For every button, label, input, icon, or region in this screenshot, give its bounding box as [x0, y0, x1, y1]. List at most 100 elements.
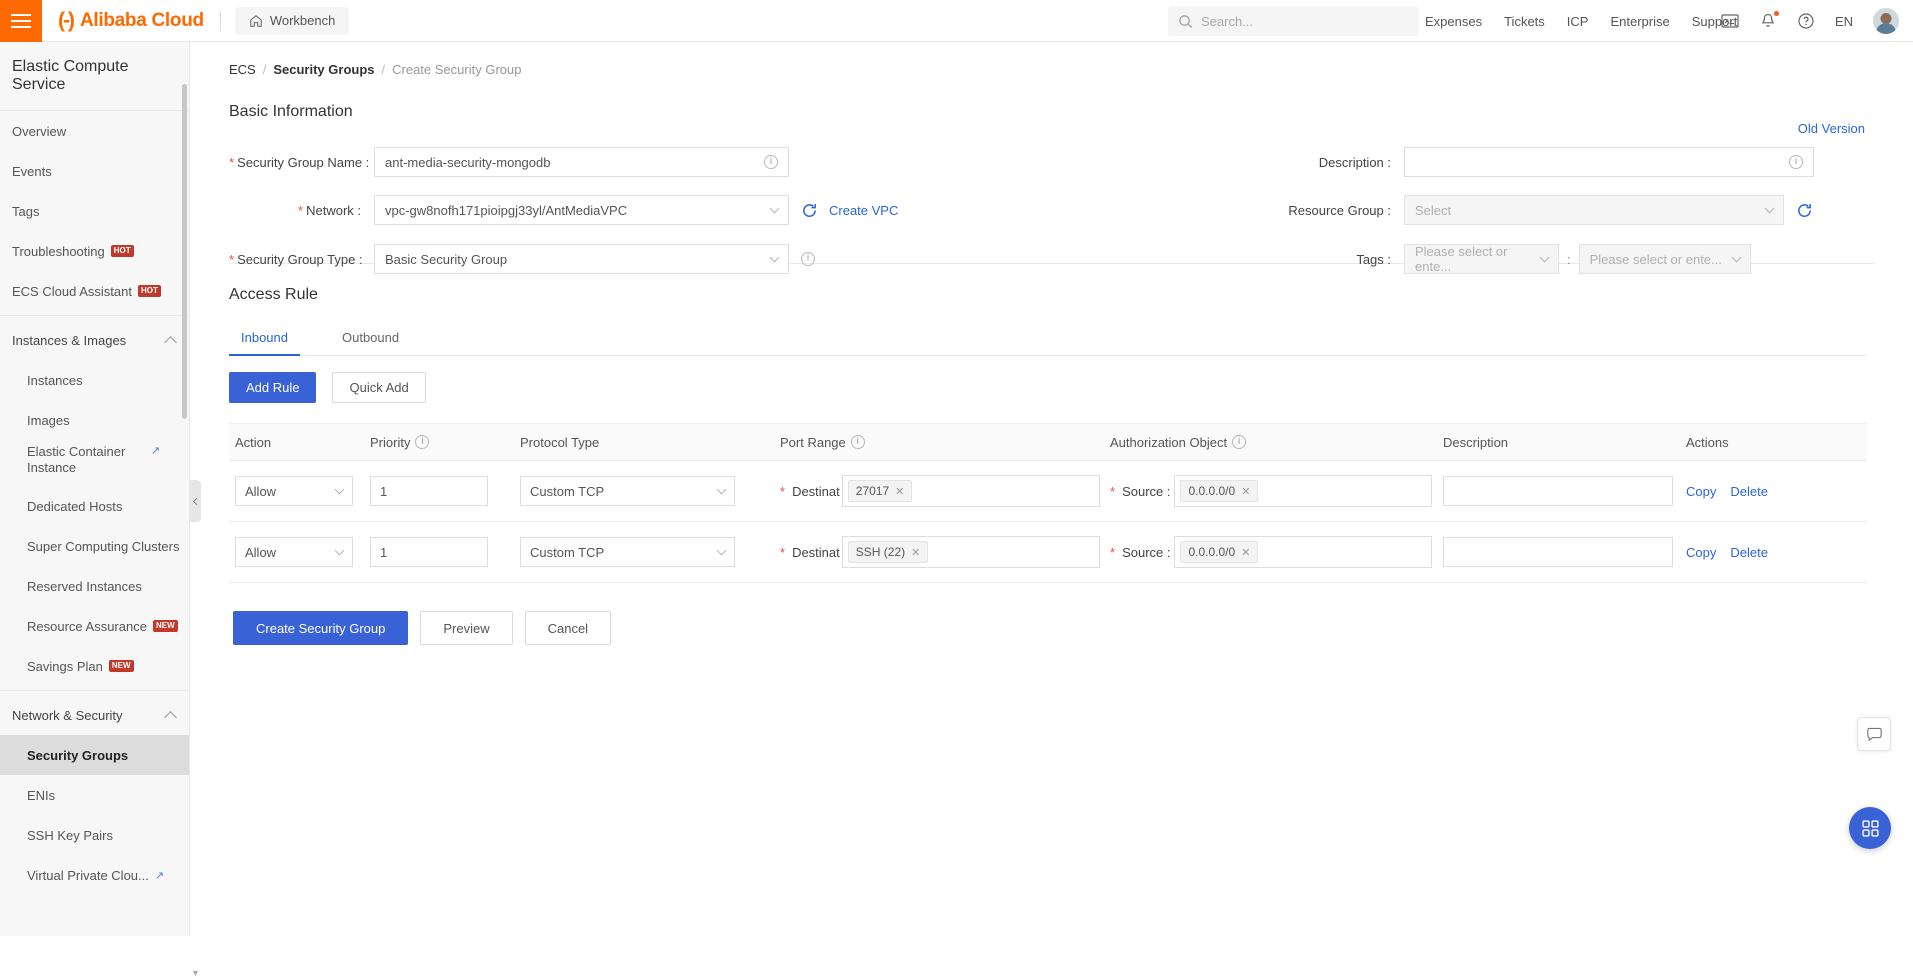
header-link-icp[interactable]: ICP: [1567, 14, 1589, 29]
row-port-range-input[interactable]: SSH (22) ✕: [841, 536, 1100, 568]
info-icon[interactable]: i: [415, 435, 430, 449]
sidebar-scroll-down-icon[interactable]: ▼: [191, 968, 200, 978]
row-description-input[interactable]: [1443, 476, 1673, 506]
avatar[interactable]: [1873, 8, 1899, 34]
remove-chip-icon[interactable]: ✕: [1241, 485, 1250, 498]
cancel-button[interactable]: Cancel: [524, 611, 612, 645]
tab-outbound[interactable]: Outbound: [330, 322, 411, 355]
security-group-name-input[interactable]: ant-media-security-mongodb i: [374, 147, 789, 177]
info-icon[interactable]: i: [801, 252, 815, 266]
row-action-select[interactable]: Allow: [235, 476, 353, 506]
refresh-network-icon[interactable]: [801, 202, 818, 219]
header-link-expenses[interactable]: Expenses: [1425, 14, 1482, 29]
sidebar-item-instances[interactable]: Instances: [0, 360, 189, 400]
table-row: Allow 1 Custom TCP * Destinat: [229, 461, 1867, 522]
description-input[interactable]: i: [1404, 147, 1814, 177]
sidebar-item-overview[interactable]: Overview: [0, 111, 189, 151]
sidebar-item-dedicated-hosts[interactable]: Dedicated Hosts: [0, 486, 189, 526]
old-version-link[interactable]: Old Version: [1798, 121, 1865, 136]
sidebar-item-troubleshooting[interactable]: Troubleshooting HOT: [0, 231, 189, 271]
refresh-resource-group-icon[interactable]: [1796, 202, 1813, 219]
tag-value-select[interactable]: Please select or ente...: [1578, 244, 1751, 274]
required-asterisk: *: [780, 544, 786, 560]
alibaba-cloud-logo[interactable]: (-) Alibaba Cloud: [58, 10, 204, 31]
tab-inbound[interactable]: Inbound: [229, 322, 300, 356]
sidebar-group-network-security[interactable]: Network & Security: [0, 695, 189, 735]
sidebar-item-tags[interactable]: Tags: [0, 191, 189, 231]
row-authorization-object-input[interactable]: 0.0.0.0/0 ✕: [1174, 536, 1433, 568]
quick-add-button[interactable]: Quick Add: [332, 372, 426, 403]
workbench-button[interactable]: Workbench: [234, 6, 350, 35]
sidebar-item-ecs-cloud-assistant[interactable]: ECS Cloud Assistant HOT: [0, 271, 189, 311]
app-launcher-button[interactable]: [1849, 807, 1891, 849]
network-select[interactable]: vpc-gw8nofh171pioipgj33yl/AntMediaVPC: [374, 195, 789, 225]
remove-chip-icon[interactable]: ✕: [911, 546, 920, 559]
tag-key-select[interactable]: Please select or ente...: [1404, 244, 1559, 274]
row-protocol-value: Custom TCP: [530, 544, 605, 560]
sidebar-item-enis[interactable]: ENIs: [0, 775, 189, 815]
required-asterisk: *: [229, 154, 235, 170]
sidebar-item-security-groups[interactable]: Security Groups: [0, 735, 189, 775]
sidebar-item-elastic-container-instance[interactable]: Elastic Container Instance ↗: [0, 440, 189, 486]
terminal-icon[interactable]: [1721, 12, 1739, 30]
create-vpc-link[interactable]: Create VPC: [829, 203, 898, 218]
row-protocol-value: Custom TCP: [530, 483, 605, 499]
breadcrumb-ecs[interactable]: ECS: [229, 62, 256, 77]
global-search[interactable]: [1168, 6, 1418, 36]
tags-label: Tags :: [1356, 251, 1391, 267]
sidebar-item-label: Super Computing Clusters: [27, 538, 180, 554]
add-rule-button[interactable]: Add Rule: [229, 372, 317, 403]
sidebar-item-resource-assurance[interactable]: Resource Assurance NEW: [0, 606, 189, 646]
feedback-chat-button[interactable]: [1857, 717, 1891, 751]
create-security-group-button[interactable]: Create Security Group: [233, 611, 409, 645]
sidebar-item-reserved-instances[interactable]: Reserved Instances: [0, 566, 189, 606]
sidebar-item-events[interactable]: Events: [0, 151, 189, 191]
header-link-tickets[interactable]: Tickets: [1504, 14, 1545, 29]
menu-toggle-button[interactable]: [0, 0, 42, 42]
sidebar-item-super-computing-clusters[interactable]: Super Computing Clusters: [0, 526, 189, 566]
row-priority-input[interactable]: 1: [370, 537, 488, 567]
sidebar-item-label: Overview: [12, 123, 67, 139]
sidebar-item-label: Resource Assurance: [27, 618, 147, 634]
sidebar-item-virtual-private-cloud[interactable]: Virtual Private Clou... ↗: [0, 855, 189, 895]
remove-chip-icon[interactable]: ✕: [1241, 546, 1250, 559]
row-delete-link[interactable]: Delete: [1730, 545, 1768, 560]
row-delete-link[interactable]: Delete: [1730, 484, 1768, 499]
resource-group-select[interactable]: Select: [1404, 195, 1784, 225]
security-group-type-select[interactable]: Basic Security Group: [374, 244, 789, 274]
row-authorization-object-input[interactable]: 0.0.0.0/0 ✕: [1174, 475, 1433, 507]
preview-button[interactable]: Preview: [420, 611, 513, 645]
row-copy-link[interactable]: Copy: [1686, 545, 1716, 560]
chat-icon: [1866, 727, 1882, 741]
info-icon[interactable]: i: [764, 155, 778, 169]
row-port-label: Destinat: [792, 483, 840, 499]
row-copy-link[interactable]: Copy: [1686, 484, 1716, 499]
sidebar-item-ssh-key-pairs[interactable]: SSH Key Pairs: [0, 815, 189, 855]
sidebar-item-savings-plan[interactable]: Savings Plan NEW: [0, 646, 189, 686]
bell-icon[interactable]: [1759, 11, 1779, 30]
row-priority-input[interactable]: 1: [370, 476, 488, 506]
required-asterisk: *: [1110, 483, 1116, 499]
chevron-up-icon: [164, 710, 177, 724]
column-port-range: Port Range i: [774, 435, 1104, 450]
row-protocol-select[interactable]: Custom TCP: [520, 537, 735, 567]
security-group-type-value: Basic Security Group: [385, 251, 508, 267]
sidebar-scrollbar[interactable]: [182, 84, 187, 419]
header-link-enterprise[interactable]: Enterprise: [1610, 14, 1669, 29]
breadcrumb-security-groups[interactable]: Security Groups: [273, 62, 374, 77]
sidebar-collapse-button[interactable]: [190, 480, 201, 522]
row-port-range-input[interactable]: 27017 ✕: [841, 475, 1100, 507]
row-action-select[interactable]: Allow: [235, 537, 353, 567]
row-description-input[interactable]: [1443, 537, 1673, 567]
required-asterisk: *: [229, 251, 235, 267]
info-icon[interactable]: i: [1232, 435, 1247, 449]
info-icon[interactable]: i: [850, 435, 865, 449]
sidebar-group-instances-images[interactable]: Instances & Images: [0, 320, 189, 360]
info-icon[interactable]: i: [1789, 155, 1803, 169]
remove-chip-icon[interactable]: ✕: [895, 485, 904, 498]
sidebar-item-images[interactable]: Images: [0, 400, 189, 440]
search-input[interactable]: [1201, 13, 1401, 29]
row-protocol-select[interactable]: Custom TCP: [520, 476, 735, 506]
help-icon[interactable]: [1797, 12, 1815, 30]
language-selector[interactable]: EN: [1835, 14, 1853, 29]
